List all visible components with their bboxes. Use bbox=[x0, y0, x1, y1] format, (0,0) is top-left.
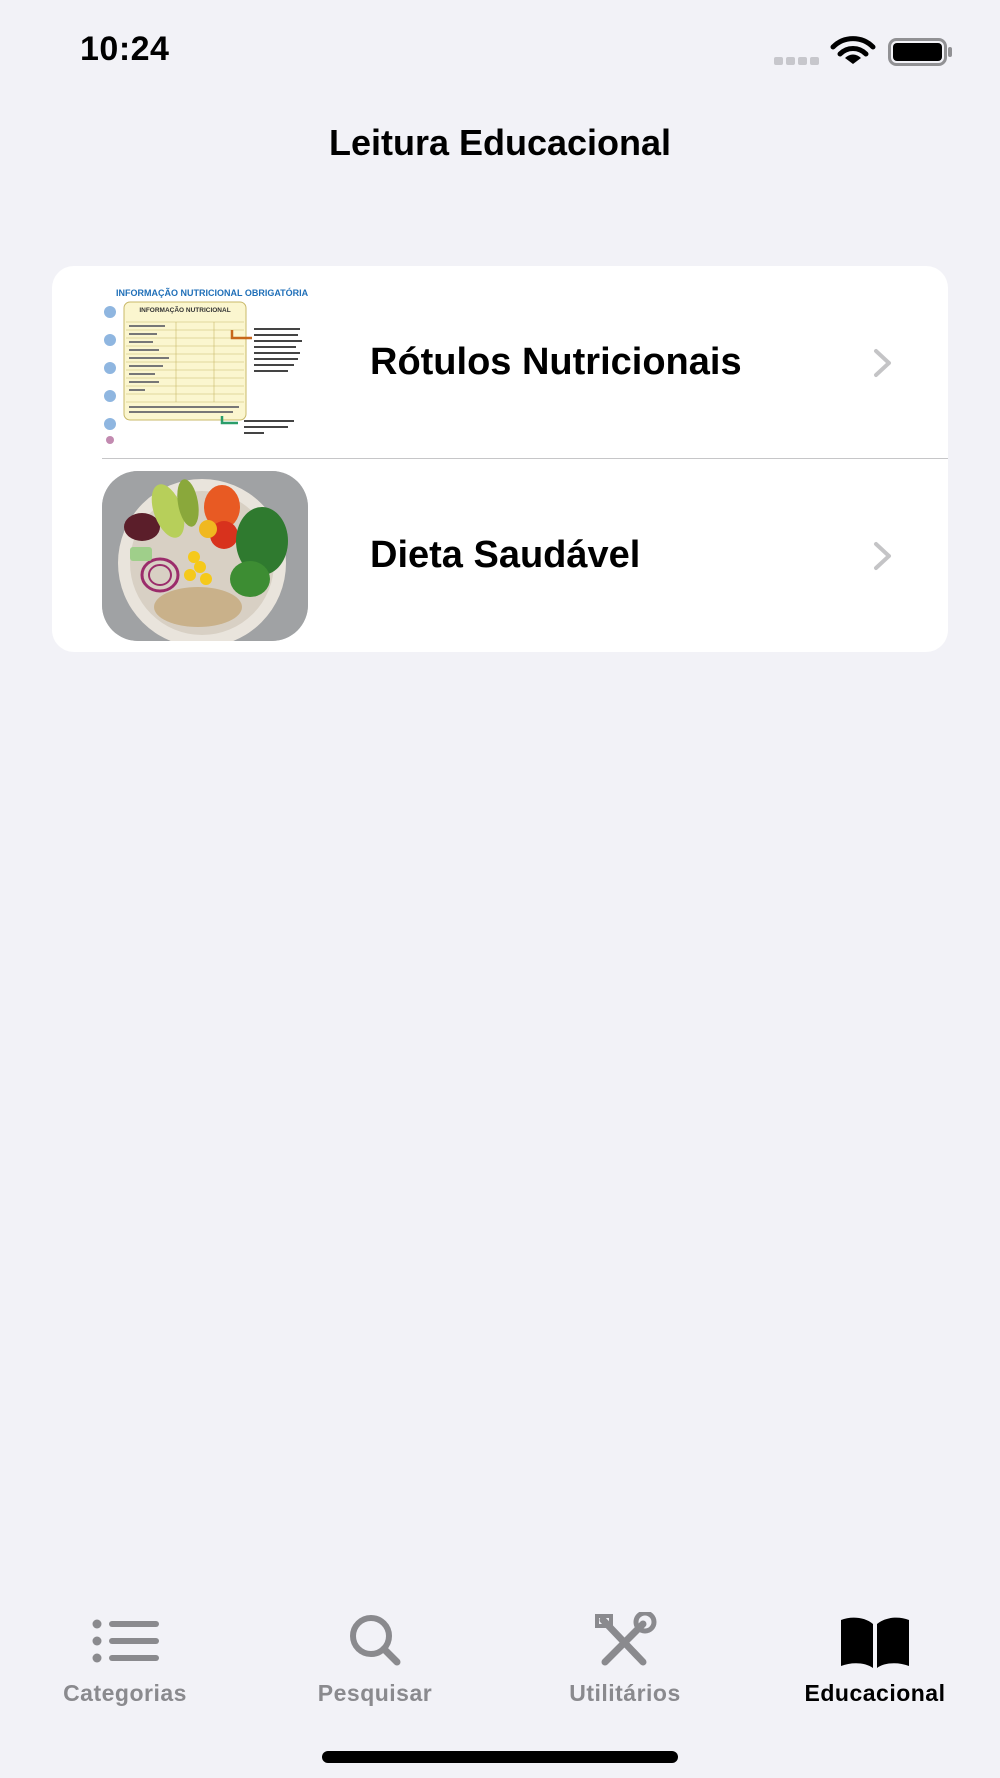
search-icon bbox=[350, 1615, 401, 1666]
nutrition-label-thumbnail: INFORMAÇÃO NUTRICIONAL OBRIGATÓRIA INFOR… bbox=[102, 278, 308, 448]
tab-bar: Categorias Pesquisar Utilitários Educaci… bbox=[0, 1590, 1000, 1778]
list-icon bbox=[92, 1619, 159, 1663]
tab-label: Utilitários bbox=[569, 1680, 681, 1706]
tab-label: Educacional bbox=[804, 1680, 946, 1706]
healthy-bowl-thumbnail bbox=[102, 471, 308, 641]
status-time: 10:24 bbox=[80, 30, 170, 68]
wifi-icon bbox=[830, 36, 876, 64]
salad-bowl-image bbox=[102, 471, 308, 641]
page-title: Leitura Educacional bbox=[328, 122, 672, 163]
thumb-table-title: INFORMAÇÃO NUTRICIONAL bbox=[139, 305, 230, 314]
battery-icon bbox=[888, 38, 952, 66]
book-icon bbox=[841, 1617, 909, 1668]
chevron-right-icon bbox=[874, 349, 891, 377]
tab-categorias[interactable]: Categorias bbox=[0, 1590, 250, 1730]
list-item-dieta-saudavel[interactable]: Dieta Saudável bbox=[52, 459, 948, 652]
tab-label: Categorias bbox=[63, 1680, 187, 1706]
tab-educacional[interactable]: Educacional bbox=[750, 1590, 1000, 1730]
list-item-label: Rótulos Nutricionais bbox=[370, 341, 742, 383]
status-bar: 10:24 bbox=[0, 0, 1000, 100]
chevron-right-icon bbox=[874, 542, 891, 570]
education-list: INFORMAÇÃO NUTRICIONAL OBRIGATÓRIA INFOR… bbox=[52, 266, 948, 652]
tab-label: Pesquisar bbox=[317, 1680, 433, 1706]
cellular-signal-icon bbox=[774, 57, 819, 65]
tab-utilitarios[interactable]: Utilitários bbox=[500, 1590, 750, 1730]
list-item-rotulos-nutricionais[interactable]: INFORMAÇÃO NUTRICIONAL OBRIGATÓRIA INFOR… bbox=[52, 266, 948, 459]
list-item-label: Dieta Saudável bbox=[370, 534, 641, 576]
tools-icon bbox=[595, 1612, 657, 1666]
thumb-caption: INFORMAÇÃO NUTRICIONAL OBRIGATÓRIA bbox=[116, 287, 308, 298]
nutrition-label-image: INFORMAÇÃO NUTRICIONAL OBRIGATÓRIA INFOR… bbox=[102, 278, 308, 448]
tab-pesquisar[interactable]: Pesquisar bbox=[250, 1590, 500, 1730]
home-indicator[interactable] bbox=[322, 1751, 678, 1763]
